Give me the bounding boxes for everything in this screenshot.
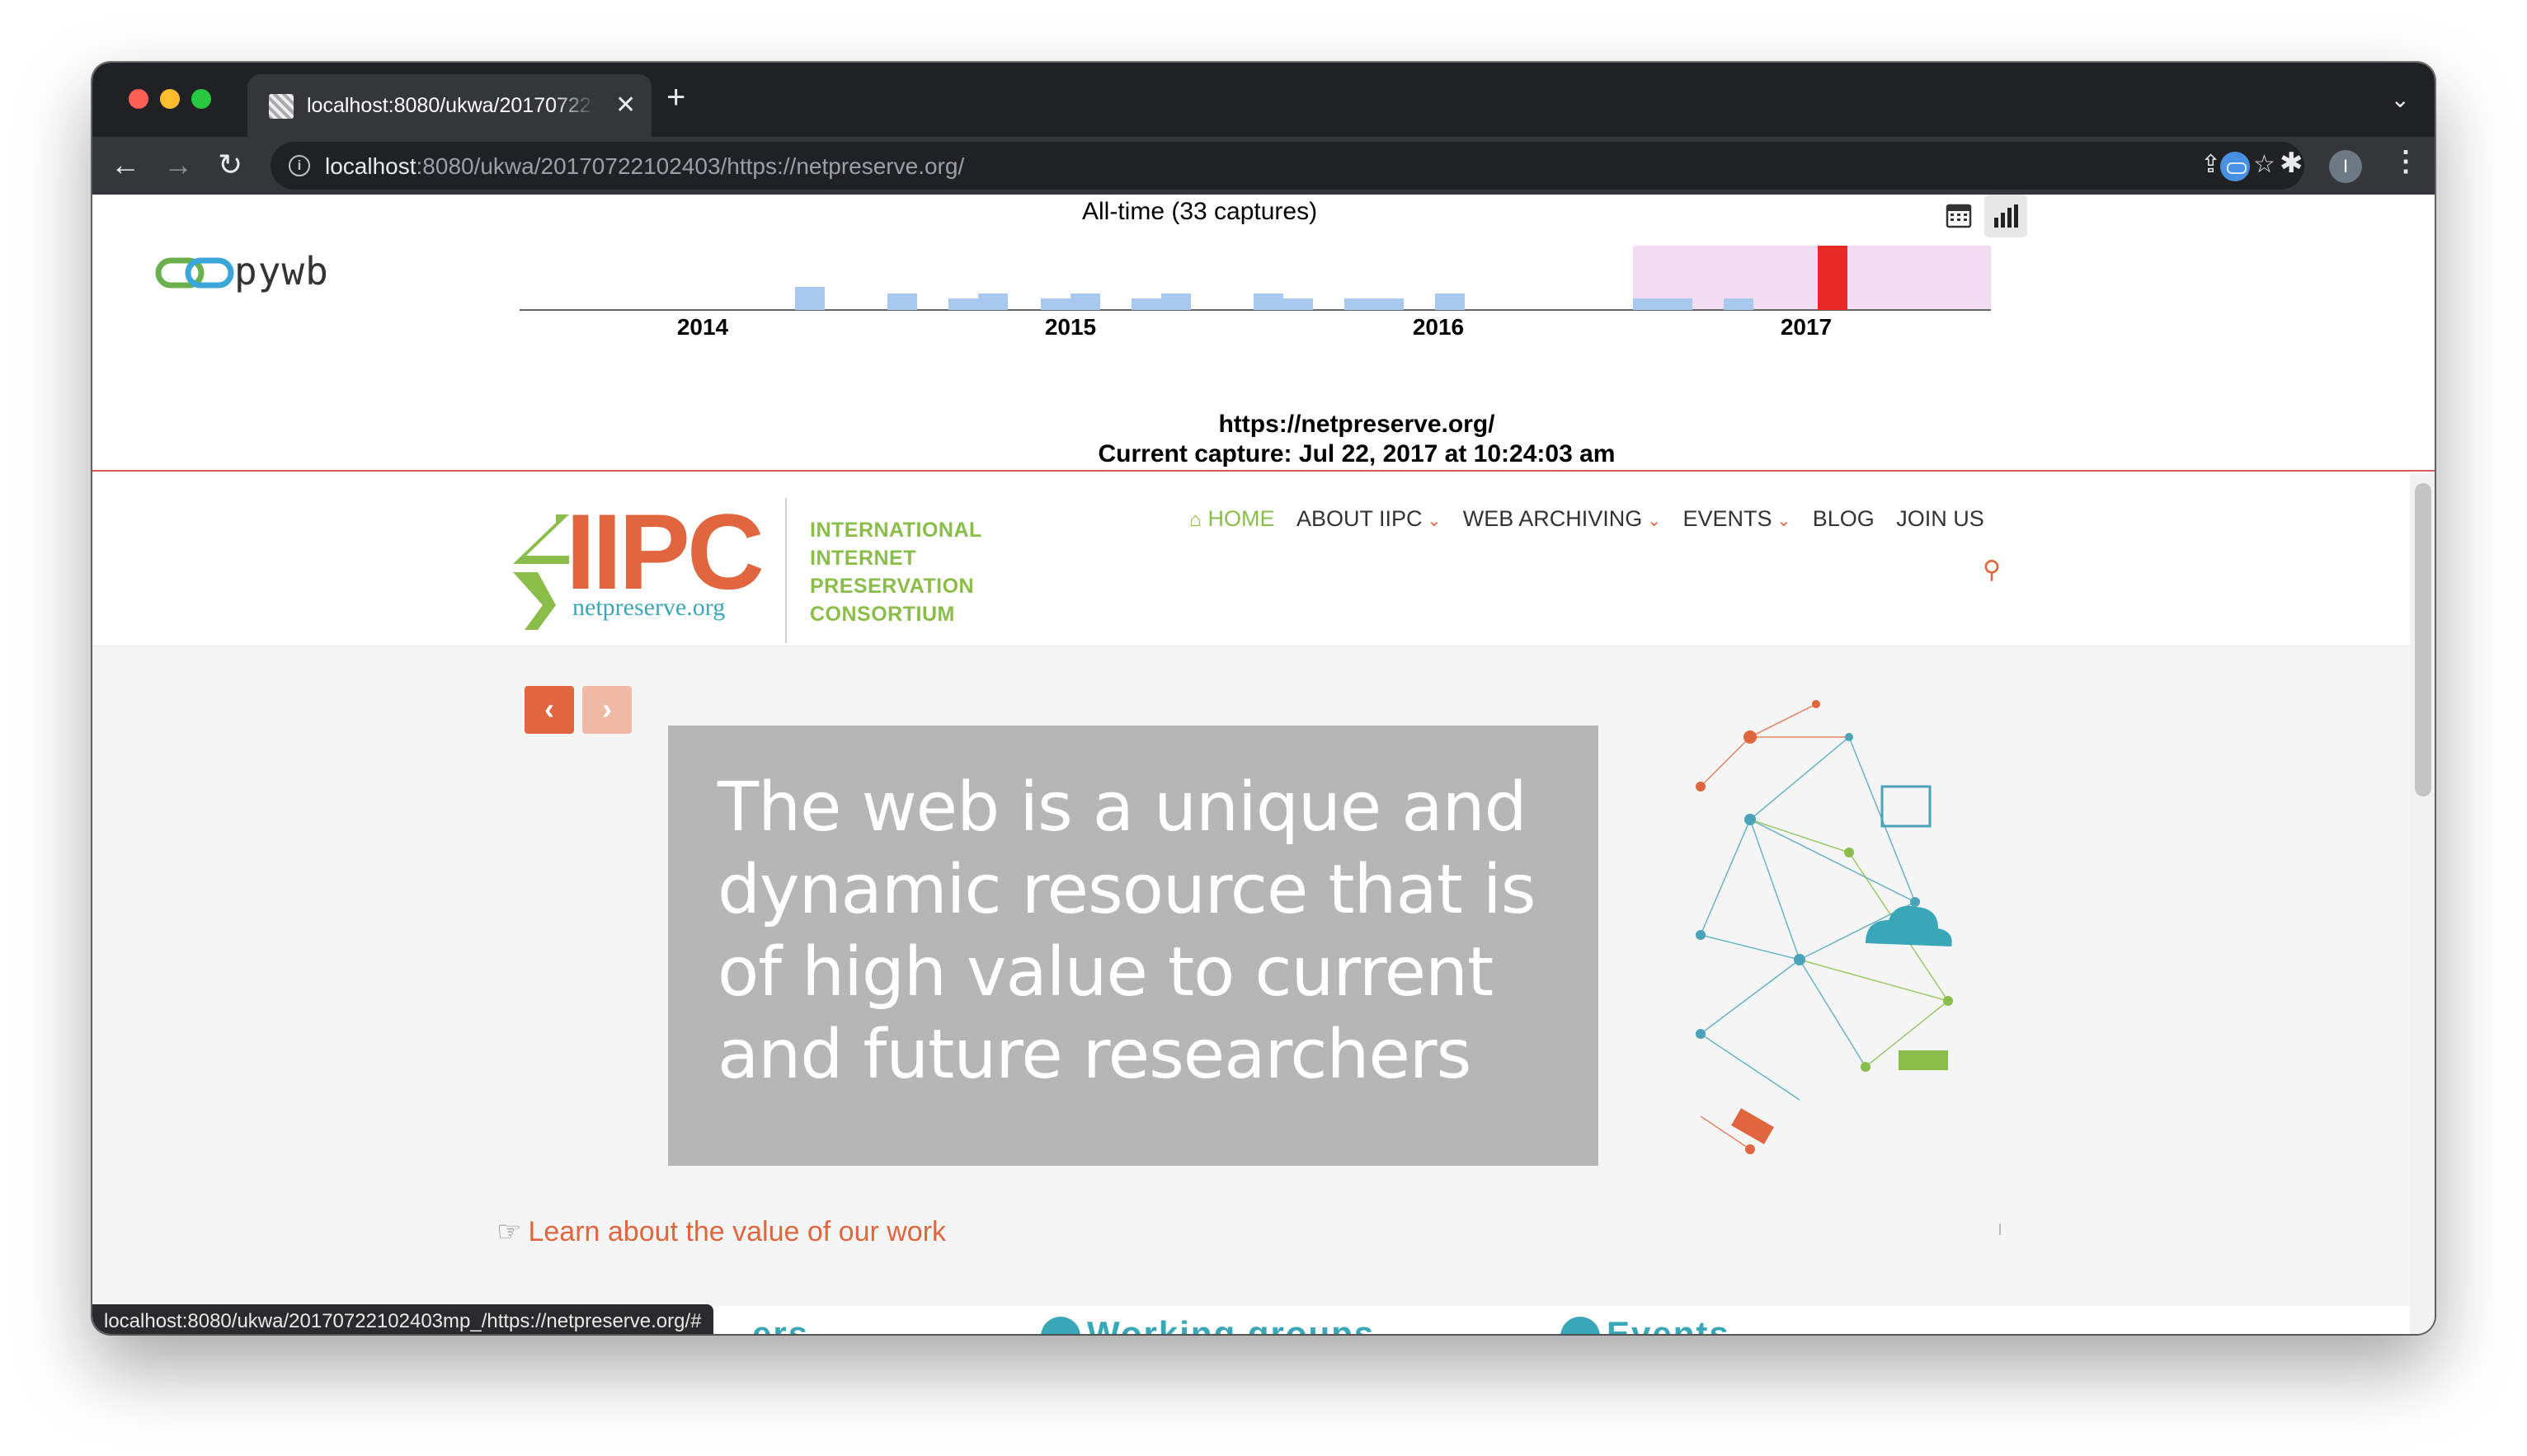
close-tab-icon[interactable]: ✕ [615,91,636,120]
iipc-domain-text: netpreserve.org [572,594,726,621]
nav-blog[interactable]: BLOG [1813,506,1875,532]
timeline-bar[interactable] [948,298,978,310]
nav-home[interactable]: ⌂ HOME [1189,506,1275,532]
site-nav: ⌂ HOME ABOUT IIPC ⌄ WEB ARCHIVING ⌄ EVENTS ⌄… [1189,506,2002,539]
tab-title: localhost:8080/ukwa/20170722102403/https… [307,94,595,117]
calendar-icon[interactable] [1945,201,1973,229]
iipc-chevron-mark [513,514,569,630]
close-window-button[interactable] [129,89,148,109]
nav-join-us[interactable]: JOIN US [1896,506,1984,532]
browser-toolbar: ← → ↻ i localhost:8080/ukwa/201707221024… [92,137,2435,195]
menu-kebab-icon[interactable]: ⋮ [2392,145,2420,178]
timeline-chart-toggle[interactable] [1984,195,2027,237]
url-text[interactable]: localhost:8080/ukwa/20170722102403/https… [325,153,964,180]
hero-slider: ‹ › The web is a unique and dynamic reso… [92,646,2410,1306]
timeline-bar[interactable] [978,294,1008,310]
page-content: pywb All-time (33 captures) 2014 2015 20… [92,195,2435,1334]
timeline-year-label: 2016 [1413,314,1464,340]
timeline-bar[interactable] [1344,298,1374,310]
address-bar[interactable]: i localhost:8080/ukwa/20170722102403/htt… [271,142,2304,190]
archived-site-frame: IIPC netpreserve.org INTERNATIONAL INTER… [92,473,2410,1334]
section-events-heading[interactable]: Events [1560,1314,1730,1334]
captures-title: All-time (33 captures) [1082,198,1318,225]
nav-about-iipc[interactable]: ABOUT IIPC ⌄ [1296,506,1441,532]
chevron-down-icon: ⌄ [1647,512,1662,530]
capture-timeline[interactable]: 2014 2015 2016 2017 [520,241,1991,340]
minimize-window-button[interactable] [160,89,180,109]
learn-about-link[interactable]: ☞ Learn about the value of our work [496,1215,946,1248]
working-groups-icon [1041,1316,1080,1334]
reload-icon[interactable]: ↻ [218,145,242,185]
bookmark-star-icon[interactable]: ☆ [2253,150,2275,179]
zoom-window-button[interactable] [191,89,211,109]
share-icon[interactable]: ⇪ [2200,150,2221,179]
pointing-hand-icon: ☞ [496,1216,522,1247]
chain-link-icon [155,257,234,289]
chevron-down-icon: ⌄ [1776,512,1791,530]
scrollbar-thumb[interactable] [2415,483,2431,796]
hero-quote: The web is a unique and dynamic resource… [718,768,1536,1094]
calendar-icon [1560,1316,1600,1334]
hero-quote-box: The web is a unique and dynamic resource… [668,726,1598,1166]
timeline-current-capture-bar[interactable] [1818,246,1847,310]
new-tab-button[interactable]: + [666,81,685,114]
browser-tab[interactable]: localhost:8080/ukwa/20170722102403/https… [247,74,652,137]
timeline-year-label: 2017 [1781,314,1832,340]
iipc-consortium-name: INTERNATIONAL INTERNET PRESERVATION CONS… [810,519,982,626]
tab-strip: localhost:8080/ukwa/20170722102403/https… [92,63,2435,137]
link-status-bubble: localhost:8080/ukwa/20170722102403mp_/ht… [92,1304,713,1334]
home-icon: ⌂ [1189,509,1202,531]
extensions-puzzle-icon[interactable]: ✱ [2280,147,2303,180]
nav-events[interactable]: EVENTS ⌄ [1682,506,1791,532]
iipc-letters: IIPC [566,491,765,612]
pywb-logo-text: pywb [234,249,329,294]
timeline-bar[interactable] [1633,298,1663,310]
tab-search-chevron-icon[interactable]: ⌄ [2391,86,2410,113]
nav-web-archiving[interactable]: WEB ARCHIVING ⌄ [1463,506,1661,532]
profile-avatar[interactable]: I [2329,150,2362,183]
site-header: IIPC netpreserve.org INTERNATIONAL INTER… [92,473,2410,646]
site-scrollbar[interactable] [2410,473,2435,1334]
timeline-bar[interactable] [1435,294,1465,310]
timeline-bar[interactable] [1663,298,1692,310]
timeline-bar[interactable] [795,287,825,310]
iipc-logo[interactable]: IIPC netpreserve.org INTERNATIONAL INTER… [505,498,1000,646]
slider-indicator [1999,1224,2001,1235]
timeline-bar[interactable] [1161,294,1191,310]
section-members-heading[interactable]: ers [752,1314,809,1334]
timeline-bar[interactable] [1071,294,1100,310]
bar-chart-icon [1994,204,2018,228]
favicon-icon [269,94,294,119]
timeline-bar[interactable] [1724,298,1753,310]
site-info-icon[interactable]: i [289,155,310,176]
slider-next-button[interactable]: › [582,686,632,734]
section-working-groups-heading[interactable]: Working groups [1041,1314,1375,1334]
timeline-bar[interactable] [887,294,917,310]
archived-url: https://netpreserve.org/ [1218,411,1495,438]
slider-prev-button[interactable]: ‹ [525,686,574,734]
back-arrow-icon[interactable]: ← [111,145,140,185]
timeline-bar[interactable] [1132,298,1161,310]
current-capture-text: Current capture: Jul 22, 2017 at 10:24:0… [1098,440,1616,467]
timeline-bar[interactable] [1374,298,1404,310]
timeline-bar[interactable] [1283,298,1313,310]
pywb-banner: pywb All-time (33 captures) 2014 2015 20… [92,195,2435,472]
timeline-year-label: 2015 [1045,314,1096,340]
logo-divider [785,498,787,643]
timeline-year-label: 2014 [677,314,729,340]
timeline-bar[interactable] [1041,298,1071,310]
forward-arrow-icon[interactable]: → [163,145,193,185]
chevron-down-icon: ⌄ [1427,512,1442,530]
pywb-logo[interactable]: pywb [155,244,336,302]
browser-window: localhost:8080/ukwa/20170722102403/https… [92,63,2435,1334]
pywb-extension-icon[interactable] [2220,152,2250,181]
search-icon[interactable]: ⚲ [1983,556,2001,585]
timeline-bar[interactable] [1254,294,1283,310]
